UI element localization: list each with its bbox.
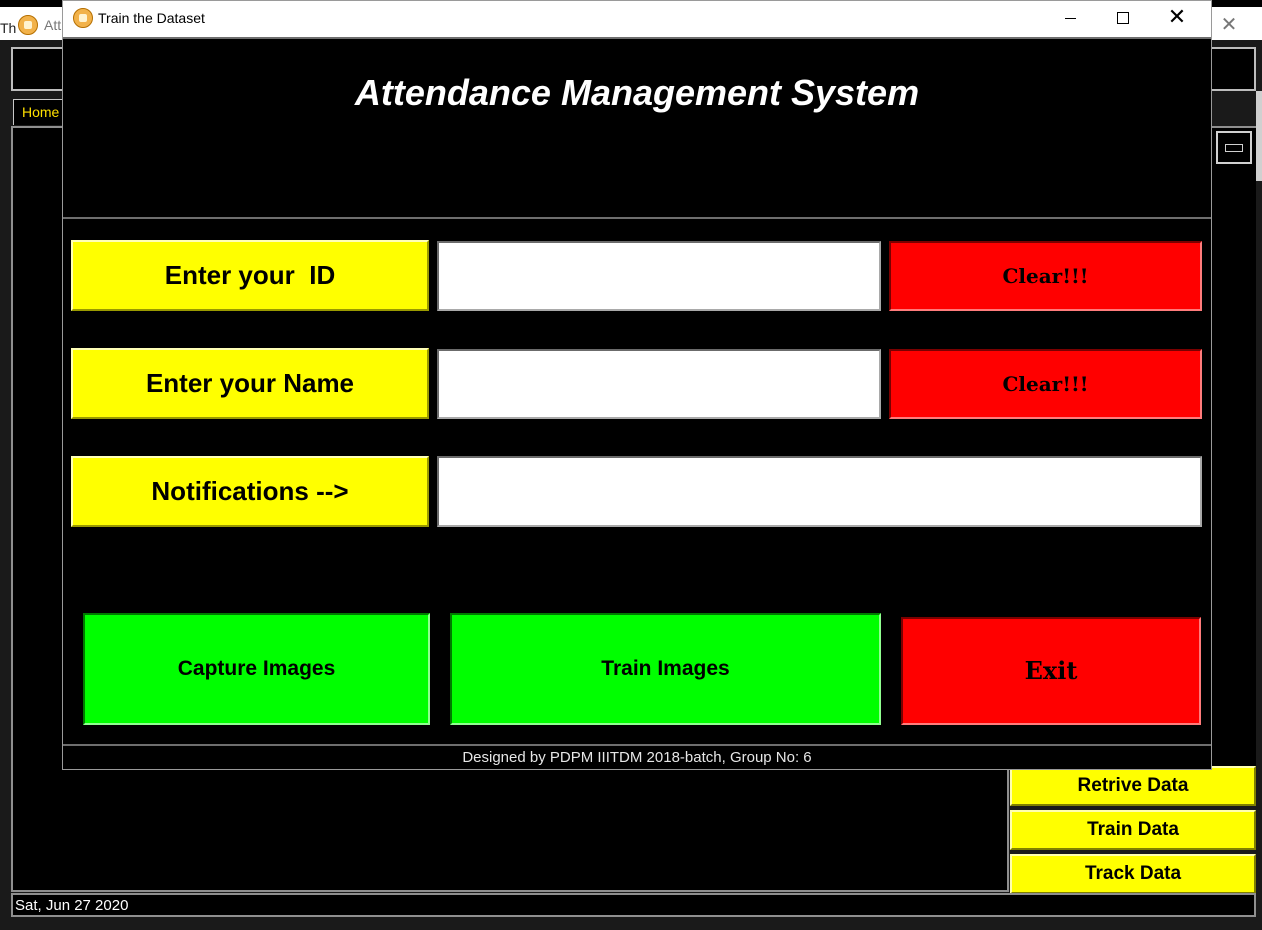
retrive-data-button[interactable]: Retrive Data: [1010, 766, 1256, 806]
dialog-titlebar: [63, 1, 1211, 37]
main-close-icon[interactable]: ✕: [1214, 12, 1244, 38]
capture-images-button[interactable]: Capture Images: [83, 613, 430, 725]
track-data-button[interactable]: Track Data: [1010, 854, 1256, 894]
close-icon[interactable]: ✕: [1151, 1, 1203, 35]
dialog-app-icon: [73, 8, 93, 28]
status-date: Sat, Jun 27 2020: [11, 893, 1256, 917]
background-edge-text: Th: [0, 20, 17, 36]
main-window-title: Att: [44, 17, 62, 33]
notifications-field: [437, 456, 1202, 527]
id-input[interactable]: [437, 241, 881, 311]
exit-button[interactable]: Exit: [901, 617, 1201, 725]
notifications-label: Notifications -->: [71, 456, 429, 527]
clear-id-button[interactable]: Clear!!!: [889, 241, 1202, 311]
tab-home[interactable]: Home: [13, 99, 63, 125]
dialog-title: Train the Dataset: [98, 10, 205, 26]
page-title: Attendance Management System: [354, 72, 920, 113]
footer-credit: Designed by PDPM IIITDM 2018-batch, Grou…: [63, 744, 1211, 769]
scrollbar[interactable]: [1256, 91, 1262, 181]
panel-toggle-button[interactable]: [1216, 131, 1252, 164]
train-data-button[interactable]: Train Data: [1010, 810, 1256, 850]
name-input[interactable]: [437, 349, 881, 419]
minimize-icon[interactable]: [1045, 1, 1097, 35]
train-images-button[interactable]: Train Images: [450, 613, 881, 725]
name-label: Enter your Name: [71, 348, 429, 419]
clear-name-button[interactable]: Clear!!!: [889, 349, 1202, 419]
maximize-icon[interactable]: [1097, 1, 1149, 35]
train-dataset-dialog: Train the Dataset ✕ Attendance Managemen…: [62, 0, 1212, 770]
id-label: Enter your ID: [71, 240, 429, 311]
app-icon: [18, 15, 38, 35]
header-panel: [63, 37, 1211, 219]
